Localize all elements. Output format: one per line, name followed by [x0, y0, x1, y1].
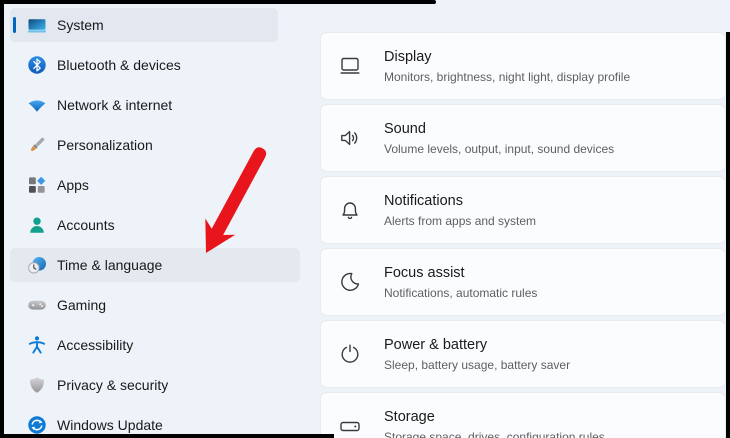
sidebar-item-label: Time & language [57, 257, 163, 273]
storage-icon [338, 414, 362, 438]
sidebar-item-label: Network & internet [57, 97, 173, 113]
card-title: Sound [384, 121, 426, 137]
display-icon [338, 54, 362, 78]
card-subtitle: Storage space, drives, configuration rul… [384, 430, 605, 438]
apps-icon [27, 175, 47, 195]
sidebar-item-label: Personalization [57, 137, 153, 153]
screenshot-border-right [726, 32, 730, 438]
privacy-security-icon [27, 375, 47, 395]
sidebar-item-label: Bluetooth & devices [57, 57, 181, 73]
sidebar-item-privacy-security[interactable]: Privacy & security [10, 368, 300, 402]
card-subtitle: Monitors, brightness, night light, displ… [384, 70, 631, 84]
settings-window: System Bluetooth & devices Network & int… [0, 0, 730, 438]
accounts-icon [27, 215, 47, 235]
personalization-icon [27, 135, 47, 155]
gaming-icon [27, 295, 47, 315]
screenshot-border-left [0, 0, 4, 438]
sidebar-item-accounts[interactable]: Accounts [10, 208, 300, 242]
selected-accent-pill [13, 17, 16, 33]
sidebar-item-network-internet[interactable]: Network & internet [10, 88, 300, 122]
sound-icon [338, 126, 362, 150]
sidebar-item-gaming[interactable]: Gaming [10, 288, 300, 322]
screenshot-border-bottom [0, 434, 334, 438]
settings-card-notifications[interactable]: Notifications Alerts from apps and syste… [320, 176, 726, 244]
card-subtitle: Alerts from apps and system [384, 214, 537, 228]
sidebar-item-apps[interactable]: Apps [10, 168, 300, 202]
power-icon [338, 342, 362, 366]
sidebar-item-bluetooth-devices[interactable]: Bluetooth & devices [10, 48, 300, 82]
sidebar-item-label: Accounts [57, 217, 115, 233]
settings-card-power-battery[interactable]: Power & battery Sleep, battery usage, ba… [320, 320, 726, 388]
card-subtitle: Sleep, battery usage, battery saver [384, 358, 571, 372]
card-subtitle: Volume levels, output, input, sound devi… [384, 142, 615, 156]
sidebar-item-label: Accessibility [57, 337, 134, 353]
sidebar-item-label: System [57, 17, 104, 33]
settings-card-storage[interactable]: Storage Storage space, drives, configura… [320, 392, 726, 438]
sidebar-item-accessibility[interactable]: Accessibility [10, 328, 300, 362]
sidebar-item-label: Windows Update [57, 417, 163, 433]
system-icon [27, 15, 47, 35]
sidebar-item-label: Privacy & security [57, 377, 169, 393]
card-title: Storage [384, 409, 435, 425]
network-icon [27, 95, 47, 115]
settings-card-display[interactable]: Display Monitors, brightness, night ligh… [320, 32, 726, 100]
bluetooth-icon [27, 55, 47, 75]
card-title: Notifications [384, 193, 463, 209]
windows-update-icon [27, 415, 47, 435]
sidebar-item-label: Apps [57, 177, 89, 193]
settings-card-sound[interactable]: Sound Volume levels, output, input, soun… [320, 104, 726, 172]
time-language-icon [27, 255, 47, 275]
card-title: Power & battery [384, 337, 488, 353]
accessibility-icon [27, 335, 47, 355]
sidebar-item-time-language[interactable]: Time & language [10, 248, 300, 282]
sidebar-item-label: Gaming [57, 297, 107, 313]
notifications-icon [338, 198, 362, 222]
card-title: Display [384, 49, 432, 65]
screenshot-border-top [0, 0, 436, 4]
settings-card-focus-assist[interactable]: Focus assist Notifications, automatic ru… [320, 248, 726, 316]
card-title: Focus assist [384, 265, 465, 281]
focus-assist-icon [338, 270, 362, 294]
card-subtitle: Notifications, automatic rules [384, 286, 538, 300]
sidebar-item-personalization[interactable]: Personalization [10, 128, 300, 162]
sidebar-item-system[interactable]: System [10, 8, 278, 42]
